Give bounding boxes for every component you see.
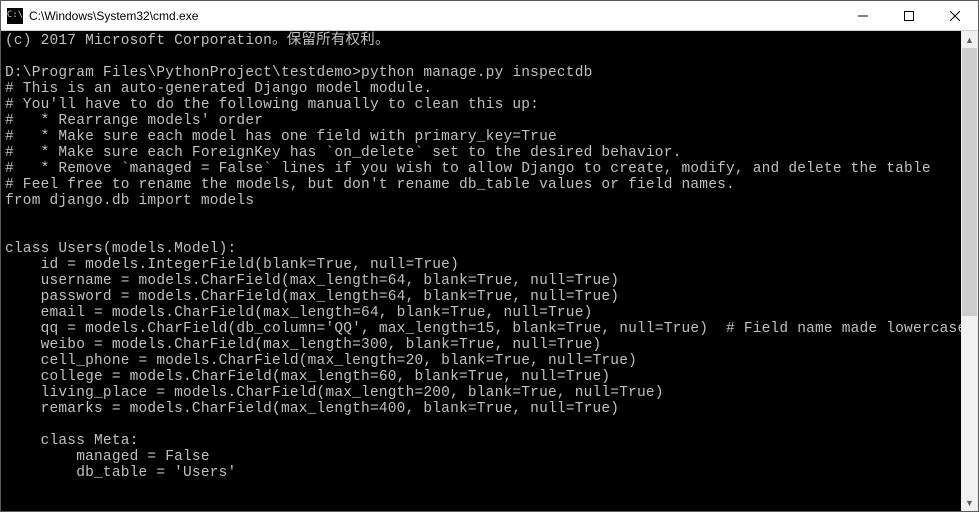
- close-icon: [950, 11, 960, 21]
- vertical-scrollbar[interactable]: ▲ ▼: [961, 31, 978, 511]
- scroll-down-arrow[interactable]: ▼: [961, 494, 978, 511]
- minimize-icon: [858, 11, 868, 21]
- titlebar[interactable]: C:\ C:\Windows\System32\cmd.exe: [1, 1, 978, 31]
- window-title: C:\Windows\System32\cmd.exe: [29, 9, 840, 23]
- maximize-icon: [904, 11, 914, 21]
- client-area: (c) 2017 Microsoft Corporation。保留所有权利。 D…: [1, 31, 978, 511]
- app-icon-label: C:\: [7, 11, 23, 20]
- app-icon: C:\: [7, 8, 23, 24]
- minimize-button[interactable]: [840, 1, 886, 30]
- maximize-button[interactable]: [886, 1, 932, 30]
- scroll-up-arrow[interactable]: ▲: [961, 31, 978, 48]
- window-controls: [840, 1, 978, 30]
- scroll-track[interactable]: [961, 48, 978, 494]
- close-button[interactable]: [932, 1, 978, 30]
- scroll-thumb[interactable]: [962, 48, 977, 316]
- terminal-output[interactable]: (c) 2017 Microsoft Corporation。保留所有权利。 D…: [1, 31, 961, 511]
- cmd-window: C:\ C:\Windows\System32\cmd.exe (c) 2017…: [0, 0, 979, 512]
